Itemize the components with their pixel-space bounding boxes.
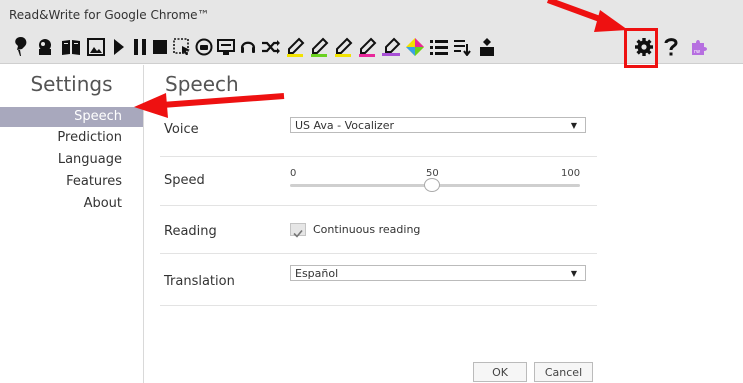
voice-note-icon[interactable]	[476, 30, 498, 63]
ok-button[interactable]: OK	[473, 362, 527, 382]
divider	[160, 156, 597, 157]
chevron-down-icon: ▼	[570, 269, 577, 278]
word-prediction-icon[interactable]	[34, 30, 56, 63]
play-icon[interactable]	[112, 30, 126, 63]
highlight-yellow2-icon[interactable]	[332, 30, 354, 63]
divider	[160, 305, 597, 306]
help-icon[interactable]	[663, 30, 679, 63]
speed-label: Speed	[164, 173, 205, 188]
highlight-green-icon[interactable]	[308, 30, 330, 63]
translator-icon[interactable]	[452, 30, 474, 63]
pause-icon[interactable]	[132, 30, 148, 63]
vocabulary-list-icon[interactable]	[428, 30, 450, 63]
translation-select[interactable]: Español ▼	[290, 265, 586, 281]
sidebar-item-speech[interactable]: Speech	[0, 107, 143, 127]
sidebar-item-language[interactable]: Language	[0, 150, 143, 170]
cancel-button[interactable]: Cancel	[534, 362, 593, 382]
divider	[160, 253, 597, 254]
speed-min-label: 0	[290, 168, 297, 179]
highlight-yellow-icon[interactable]	[284, 30, 306, 63]
settings-highlight-box	[624, 28, 658, 68]
screenshot-reader-icon[interactable]	[172, 30, 192, 63]
audio-maker-icon[interactable]	[194, 30, 214, 63]
settings-heading: Settings	[30, 72, 113, 96]
window-title: Read&Write for Google Chrome™	[9, 8, 210, 22]
voice-select-value: US Ava - Vocalizer	[295, 119, 394, 132]
divider	[160, 205, 597, 206]
check-it-icon[interactable]	[12, 30, 30, 63]
svg-text:rw: rw	[694, 49, 700, 55]
translation-label: Translation	[164, 274, 235, 289]
speed-max-label: 100	[561, 168, 581, 179]
page-title: Speech	[165, 72, 239, 96]
stop-icon[interactable]	[152, 30, 168, 63]
sidebar-item-about[interactable]: About	[0, 194, 143, 214]
dictionary-icon[interactable]	[60, 30, 82, 63]
voice-select[interactable]: US Ava - Vocalizer ▼	[290, 117, 586, 133]
continuous-reading-label[interactable]: Continuous reading	[313, 223, 420, 236]
sidebar-item-prediction[interactable]: Prediction	[0, 128, 143, 148]
sidebar-item-features[interactable]: Features	[0, 172, 143, 192]
speed-slider-thumb[interactable]	[424, 178, 440, 192]
picture-dictionary-icon[interactable]	[86, 30, 106, 63]
translation-select-value: Español	[295, 267, 339, 280]
highlight-pink-icon[interactable]	[356, 30, 378, 63]
checkmark-icon	[293, 229, 303, 238]
arrow-to-speech-item	[134, 93, 285, 118]
chevron-down-icon: ▼	[570, 121, 577, 130]
continuous-reading-checkbox[interactable]	[290, 223, 306, 238]
reading-label: Reading	[164, 224, 217, 239]
extension-icon[interactable]: rw	[688, 30, 710, 63]
voice-label: Voice	[164, 122, 199, 137]
collect-highlights-icon[interactable]	[404, 30, 426, 63]
web-search-icon[interactable]	[216, 30, 236, 63]
clear-highlights-icon[interactable]	[380, 30, 402, 63]
practice-reading-aloud-icon[interactable]	[238, 30, 258, 63]
simplify-icon[interactable]	[260, 30, 282, 63]
